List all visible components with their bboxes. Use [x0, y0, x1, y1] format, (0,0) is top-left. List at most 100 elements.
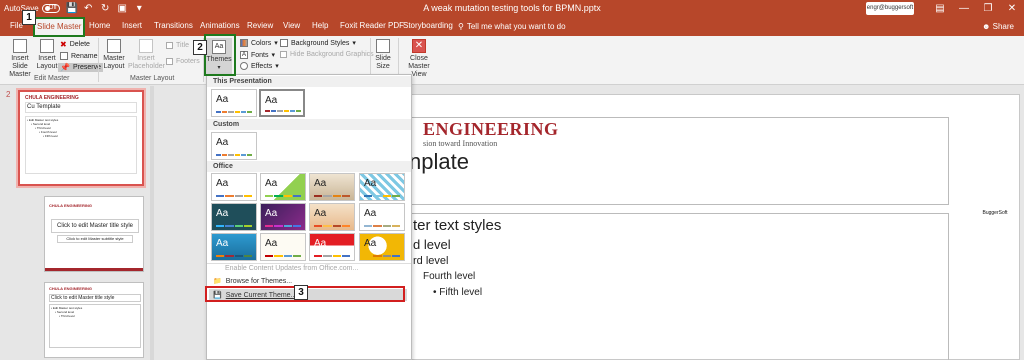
theme-tile[interactable]: Aa — [359, 203, 405, 231]
insert-slide-master-label-2: Master — [9, 71, 31, 78]
theme-tile[interactable]: Aa — [211, 89, 257, 117]
theme-tile[interactable]: Aa — [309, 233, 355, 261]
section-this-presentation: This Presentation — [207, 76, 411, 87]
themes-dropdown: This Presentation Aa Aa Custom Aa Office… — [206, 74, 412, 360]
tab-review[interactable]: Review — [247, 21, 273, 30]
theme-tile-text: Aa — [216, 94, 229, 105]
thumb-logo: CHULA ENGINEERING — [49, 203, 92, 208]
theme-color-bar — [216, 111, 253, 113]
rename-button[interactable]: Rename — [60, 52, 97, 60]
tab-insert[interactable]: Insert — [122, 21, 142, 30]
theme-tile-text: Aa — [314, 238, 327, 249]
preserve-button[interactable]: 📌 Preserve — [58, 63, 103, 72]
close-master-view-button[interactable]: ✕ Close Master View — [400, 39, 438, 79]
effects-arrow-icon: ▾ — [275, 63, 279, 70]
tab-storyboarding[interactable]: Storyboarding — [403, 21, 453, 30]
theme-tile[interactable]: Aa — [359, 233, 405, 261]
browse-for-themes-item[interactable]: 📁 Browse for Themes... — [213, 277, 292, 286]
theme-tile[interactable]: Aa — [260, 173, 306, 201]
delete-button[interactable]: ✖ Delete — [60, 40, 90, 49]
theme-tile[interactable]: Aa — [211, 203, 257, 231]
theme-tile[interactable]: Aa — [211, 233, 257, 261]
enable-content-updates-item[interactable]: Enable Content Updates from Office.com..… — [225, 265, 358, 272]
master-layout-label-2: Layout — [103, 63, 125, 70]
insert-slide-master-button[interactable]: Insert Slide Master — [4, 39, 36, 79]
minimize-icon[interactable]: — — [952, 0, 976, 18]
theme-color-bar — [314, 255, 350, 257]
theme-tile[interactable]: Aa — [211, 173, 257, 201]
footers-checkbox[interactable]: Footers — [166, 58, 200, 65]
theme-tile[interactable]: Aa — [260, 203, 306, 231]
theme-tile-text: Aa — [265, 238, 278, 249]
account-badge[interactable]: engr@buggersoft — [866, 2, 914, 15]
share-button[interactable]: ☻ Share — [982, 22, 1014, 31]
thumb-subtitle: Click to edit Master subtitle style — [57, 235, 133, 243]
theme-color-bar — [364, 195, 400, 197]
window-controls: ▤ — ❐ ✕ — [928, 0, 1024, 18]
theme-color-bar — [314, 195, 350, 197]
effects-icon — [240, 62, 248, 70]
menu-divider — [207, 263, 411, 264]
theme-tile[interactable]: Aa — [211, 132, 257, 160]
step-3-label: 3 — [294, 285, 308, 300]
tab-file[interactable]: File — [10, 21, 23, 30]
insert-layout-label-2: Layout — [36, 63, 58, 70]
slide-title: nplate — [409, 149, 469, 174]
thumb-title: Click to edit Master title style — [49, 294, 141, 302]
share-icon: ☻ — [982, 22, 993, 31]
fonts-arrow-icon: ▾ — [271, 52, 276, 59]
title-checkbox[interactable]: Title — [166, 42, 189, 49]
theme-tile[interactable]: Aa — [359, 173, 405, 201]
theme-tile[interactable]: Aa — [259, 89, 305, 117]
insert-placeholder-button[interactable]: Insert Placeholder — [128, 39, 165, 71]
thumbnail-slide-master[interactable]: CHULA ENGINEERING Cu Template • Edit Mas… — [16, 88, 146, 188]
colors-button[interactable]: Colors ▾ — [240, 39, 278, 47]
theme-color-bar — [265, 110, 302, 112]
hide-background-checkbox[interactable]: Hide Background Graphics — [280, 51, 374, 58]
tab-foxit-reader-pdf[interactable]: Foxit Reader PDF — [340, 21, 404, 30]
ribbon-display-icon[interactable]: ▤ — [928, 0, 952, 18]
theme-color-bar — [314, 225, 350, 227]
tell-me-box[interactable]: ⚲ Tell me what you want to do — [458, 22, 566, 31]
background-styles-button[interactable]: Background Styles ▾ — [280, 39, 356, 47]
section-office: Office — [207, 161, 411, 172]
master-layout-label-1: Master — [103, 55, 125, 62]
body-placeholder[interactable] — [401, 213, 949, 360]
effects-button[interactable]: Effects ▾ — [240, 62, 279, 70]
close-icon[interactable]: ✕ — [1000, 0, 1024, 18]
pin-icon: 📌 — [60, 63, 70, 72]
rename-label: Rename — [71, 52, 98, 60]
tab-home[interactable]: Home — [89, 21, 110, 30]
tab-help[interactable]: Help — [312, 21, 328, 30]
colors-icon — [240, 39, 248, 47]
body-level-3: rd level — [413, 255, 449, 267]
theme-color-bar — [216, 195, 252, 197]
tab-animations[interactable]: Animations — [200, 21, 240, 30]
insert-layout-button[interactable]: Insert Layout — [36, 39, 58, 71]
theme-tile-text: Aa — [216, 208, 229, 219]
theme-tile[interactable]: Aa — [309, 203, 355, 231]
background-styles-label: Background Styles — [291, 39, 350, 47]
thumb-footer-bar — [45, 268, 143, 271]
title-bar: AutoSave Off 💾 ↶ ↻ ▣ ▾ A weak mutation t… — [0, 0, 1024, 18]
tab-transitions[interactable]: Transitions — [154, 21, 193, 30]
close-master-view-icon: ✕ — [412, 39, 426, 53]
theme-tile[interactable]: Aa — [309, 173, 355, 201]
preserve-label: Preserve — [72, 64, 101, 71]
background-styles-arrow-icon: ▾ — [352, 40, 356, 47]
thumb-body: • Edit Master text styles • Second level… — [25, 116, 137, 174]
theme-tile-text: Aa — [314, 208, 327, 219]
theme-tile-text: Aa — [314, 178, 327, 189]
restore-icon[interactable]: ❐ — [976, 0, 1000, 18]
master-layout-button[interactable]: Master Layout — [102, 39, 126, 71]
slide-tagline: sion toward Innovation — [423, 139, 498, 148]
fonts-button[interactable]: A Fonts ▾ — [240, 51, 275, 59]
theme-tile-text: Aa — [364, 178, 377, 189]
theme-tile[interactable]: Aa — [260, 233, 306, 261]
ribbon-separator — [98, 38, 99, 82]
slide-size-button[interactable]: Slide Size — [373, 39, 393, 71]
thumbnail-layout-title[interactable]: CHULA ENGINEERING Click to edit Master t… — [44, 196, 144, 272]
thumbnail-layout-content[interactable]: CHULA ENGINEERING Click to edit Master t… — [44, 282, 144, 358]
tab-view[interactable]: View — [283, 21, 300, 30]
theme-color-bar — [364, 225, 400, 227]
